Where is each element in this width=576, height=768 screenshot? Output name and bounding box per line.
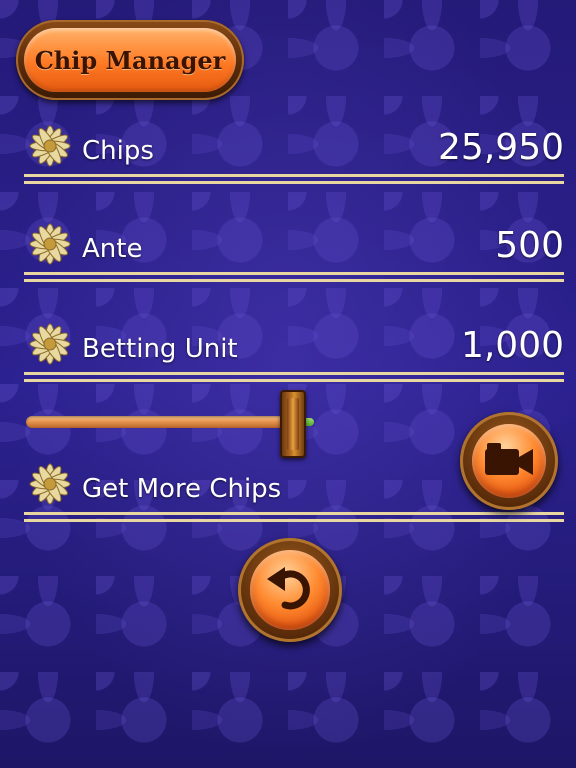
divider [24, 272, 564, 282]
title-inner: Chip Manager [24, 28, 236, 92]
divider [24, 174, 564, 184]
betting-unit-value: 1,000 [460, 325, 564, 366]
ante-label: Ante [82, 234, 143, 264]
flower-icon [29, 125, 71, 167]
flower-icon [29, 463, 71, 505]
ante-row: Ante 500 [24, 222, 564, 272]
chips-value: 25,950 [438, 127, 564, 168]
betting-unit-label: Betting Unit [82, 334, 238, 364]
watch-video-button[interactable] [460, 412, 558, 510]
video-camera-icon [484, 442, 533, 475]
undo-arrow-icon [266, 566, 310, 610]
betting-unit-row: Betting Unit 1,000 [24, 322, 564, 372]
ante-value: 500 [495, 225, 564, 266]
back-button[interactable] [238, 538, 342, 642]
chips-label: Chips [82, 136, 154, 166]
divider [24, 512, 564, 522]
chips-row: Chips 25,950 [24, 124, 564, 174]
divider [24, 372, 564, 382]
title-plaque: Chip Manager [16, 20, 244, 100]
back-button-face [250, 550, 330, 630]
watch-video-button-face [471, 423, 547, 499]
flower-icon [29, 223, 71, 265]
flower-icon [29, 323, 71, 365]
page-title: Chip Manager [34, 45, 226, 75]
betting-unit-slider-thumb[interactable] [280, 390, 306, 458]
betting-unit-slider-track[interactable] [26, 416, 290, 428]
get-more-chips-label: Get More Chips [82, 474, 282, 504]
